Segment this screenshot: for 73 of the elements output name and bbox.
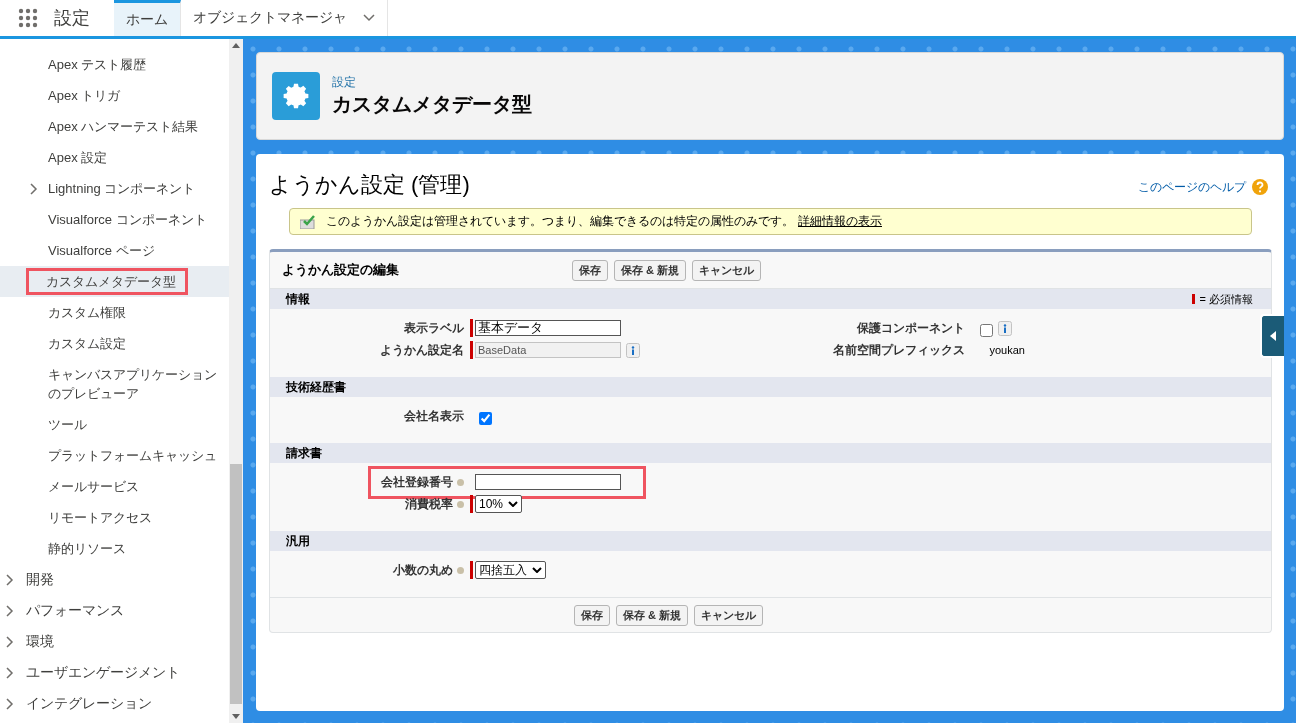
- sidebar-item[interactable]: リモートアクセス: [48, 508, 152, 527]
- info-icon[interactable]: [997, 320, 1012, 336]
- sidebar-item[interactable]: プラットフォームキャッシュ: [48, 446, 217, 465]
- sidebar-item[interactable]: メールサービス: [48, 477, 139, 496]
- form-button[interactable]: 保存: [574, 604, 610, 626]
- nav-tab[interactable]: ホーム: [114, 0, 181, 36]
- text-field[interactable]: BaseData: [475, 342, 621, 358]
- settings-icon: [272, 72, 320, 120]
- required-marker: [1191, 294, 1195, 304]
- app-launcher-icon[interactable]: [18, 8, 38, 28]
- section-title: 技術経歴書: [286, 378, 346, 396]
- checkbox[interactable]: [479, 411, 492, 425]
- field-value: youkan: [989, 344, 1025, 356]
- field-label: 消費税率: [405, 495, 453, 513]
- field-label: 保護コンポーネント: [856, 319, 965, 337]
- field-label: 表示ラベル: [404, 319, 464, 337]
- form-button[interactable]: 保存: [572, 259, 608, 281]
- form-button[interactable]: キャンセル: [694, 604, 764, 626]
- sidebar-item[interactable]: Visualforce コンポーネント: [48, 210, 207, 229]
- scroll-down-icon[interactable]: [232, 714, 240, 719]
- text-field[interactable]: [475, 474, 621, 490]
- form-button[interactable]: 保存 & 新規: [616, 604, 689, 626]
- page-title: カスタムメタデータ型: [332, 92, 532, 117]
- checkmark-icon: [300, 214, 316, 229]
- scrollbar[interactable]: [229, 39, 243, 723]
- section-title: 汎用: [286, 532, 310, 550]
- section-title: 請求書: [286, 444, 322, 462]
- app-title: 設定: [54, 7, 90, 30]
- sidebar-item[interactable]: カスタム設定: [48, 334, 126, 353]
- sidebar-item[interactable]: Apex ハンマーテスト結果: [48, 117, 199, 136]
- scroll-up-icon[interactable]: [232, 43, 240, 48]
- select-dropdown[interactable]: 四捨五入: [475, 561, 546, 579]
- sidebar-item[interactable]: Visualforce ページ: [48, 241, 155, 260]
- required-legend: = 必須情報: [1199, 291, 1253, 307]
- breadcrumb: 設定: [332, 74, 357, 91]
- field-label: 小数の丸め: [393, 561, 453, 579]
- details-link[interactable]: 詳細情報の表示: [798, 214, 882, 228]
- chevron-down-icon: [508, 501, 519, 507]
- sidebar-item[interactable]: Apex 設定: [48, 148, 108, 167]
- chevron-down-icon[interactable]: [363, 14, 375, 22]
- select-dropdown[interactable]: 10%: [475, 495, 523, 513]
- form-button[interactable]: 保存 & 新規: [614, 259, 687, 281]
- sidebar-item[interactable]: 静的リソース: [48, 539, 126, 558]
- sidebar-group[interactable]: ユーザエンゲージメント: [0, 657, 229, 688]
- text-field[interactable]: 基本データ: [475, 320, 621, 336]
- content-title: ようかん設定 (管理): [269, 171, 470, 199]
- field-label: 会社名表示: [404, 407, 464, 425]
- sidebar-item[interactable]: Lightning コンポーネント: [48, 179, 196, 198]
- sidebar-item[interactable]: カスタム権限: [48, 303, 126, 322]
- nav-tab[interactable]: オブジェクトマネージャ: [181, 0, 388, 36]
- field-label: ようかん設定名: [380, 341, 464, 359]
- field-label: 会社登録番号: [381, 473, 453, 491]
- sidebar-item[interactable]: ツール: [48, 415, 87, 434]
- info-icon[interactable]: [626, 342, 640, 358]
- form-button[interactable]: キャンセル: [692, 259, 762, 281]
- sidebar-group[interactable]: インテグレーション: [0, 688, 229, 719]
- field-label: 名前空間プレフィックス: [832, 341, 965, 359]
- collapse-handle[interactable]: [1260, 314, 1284, 358]
- scrollbar-thumb[interactable]: [230, 464, 242, 704]
- help-link[interactable]: このページのヘルプ: [1138, 178, 1246, 196]
- triangle-left-icon: [1270, 331, 1276, 341]
- sidebar-item[interactable]: キャンバスアプリケーションのプレビューア: [48, 365, 223, 403]
- chevron-right-icon: [30, 182, 38, 195]
- sidebar-item[interactable]: Apex テスト履歴: [48, 55, 147, 74]
- sidebar-group[interactable]: 環境: [0, 626, 229, 657]
- checkbox[interactable]: [979, 323, 993, 337]
- sidebar-group[interactable]: 開発: [0, 564, 229, 595]
- notice-text: このようかん設定は管理されています。つまり、編集できるのは特定の属性のみです。 詳細情報の表示: [326, 213, 882, 230]
- form-title: ようかん設定の編集: [282, 261, 400, 279]
- sidebar-group[interactable]: パフォーマンス: [0, 595, 229, 626]
- chevron-down-icon: [532, 567, 542, 573]
- section-title: 情報: [286, 290, 310, 308]
- sidebar-item[interactable]: Apex トリガ: [48, 86, 121, 105]
